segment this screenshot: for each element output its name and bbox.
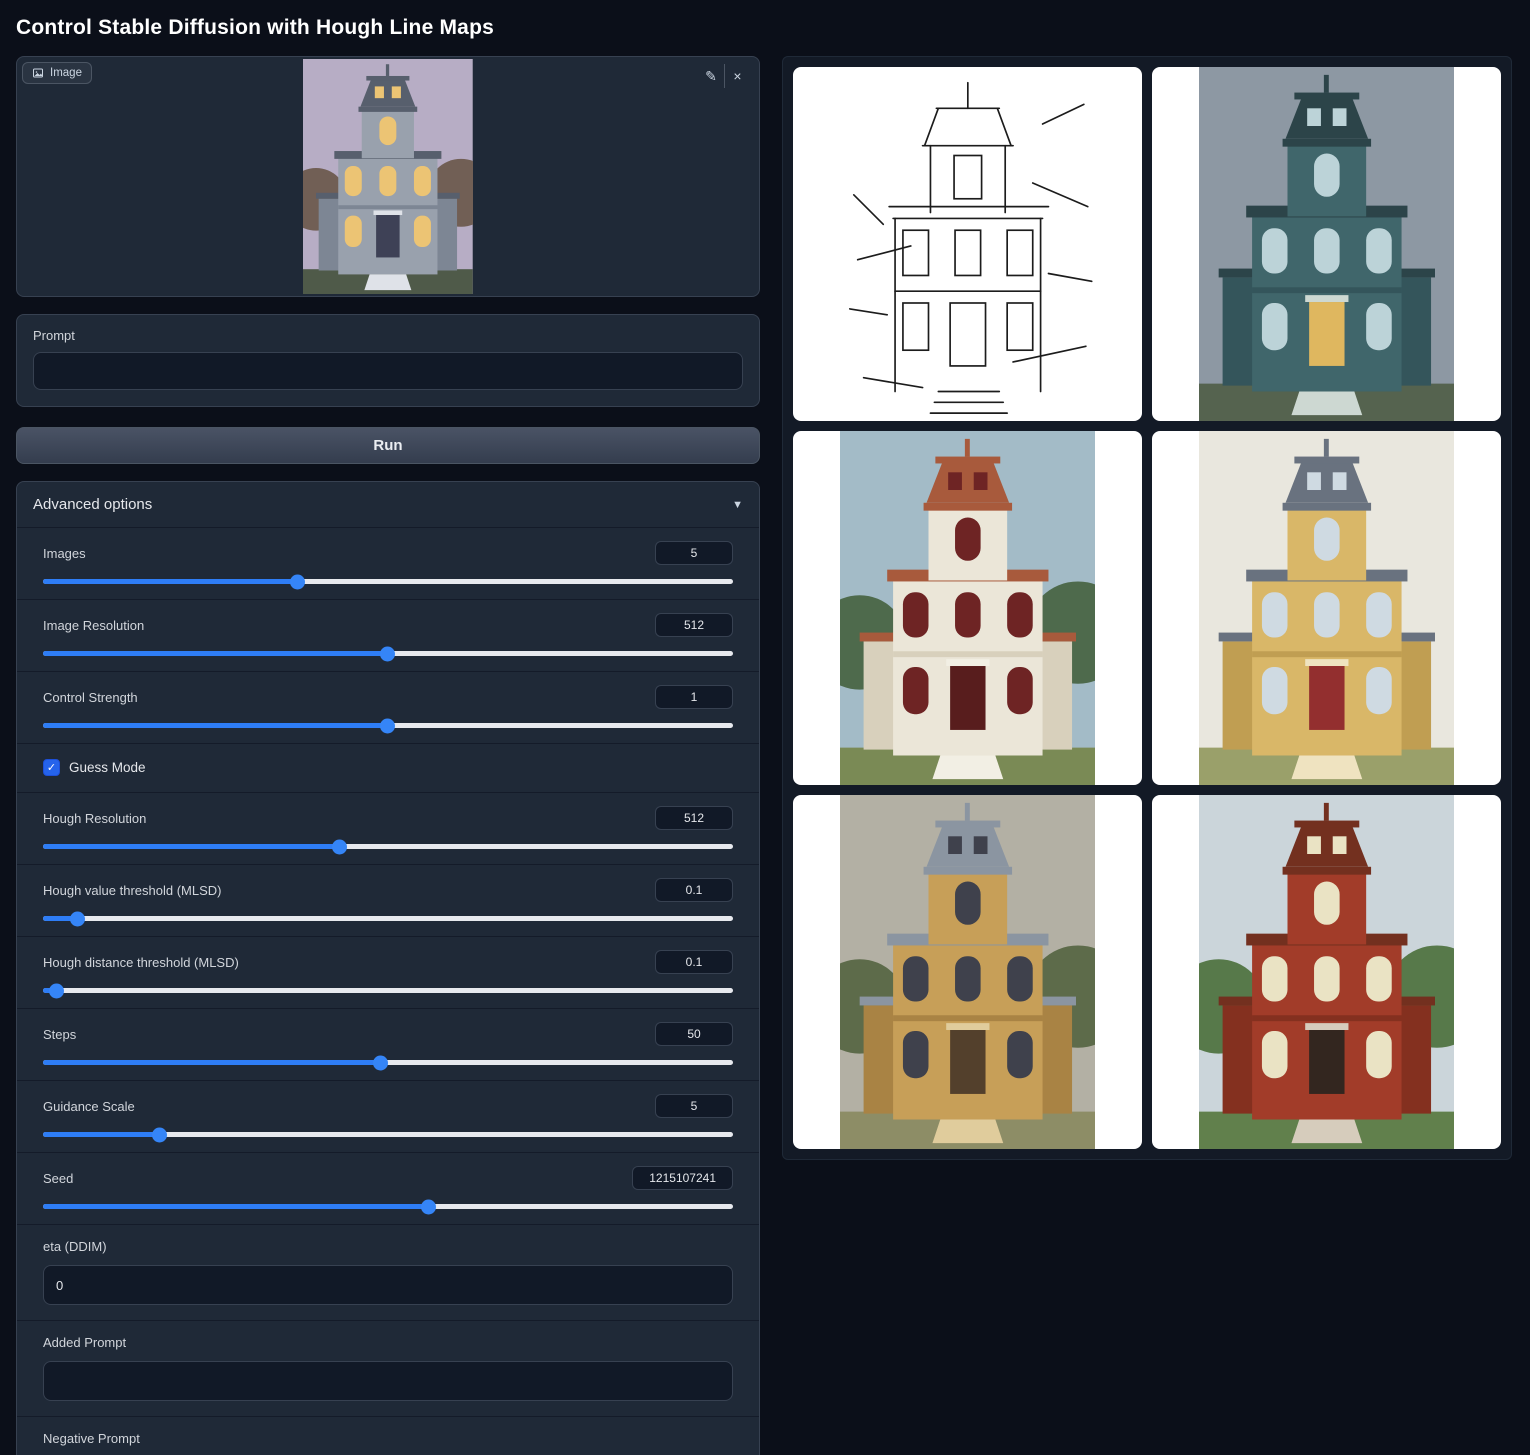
slider-track-image-resolution[interactable] [43, 651, 733, 656]
negative-prompt-label: Negative Prompt [43, 1431, 140, 1446]
slider-thumb[interactable] [49, 983, 64, 998]
result-image [840, 67, 1096, 421]
slider-thumb[interactable] [332, 839, 347, 854]
slider-row-steps: Steps 50 [17, 1008, 759, 1080]
slider-value-seed[interactable]: 1215107241 [632, 1166, 733, 1190]
slider-row-images: Images 5 [17, 527, 759, 599]
added-prompt-input[interactable] [43, 1361, 733, 1401]
slider-label-hough-resolution: Hough Resolution [43, 811, 146, 826]
prompt-label: Prompt [33, 328, 743, 343]
slider-row-hough-resolution: Hough Resolution 512 [17, 792, 759, 864]
slider-value-hough-distance-threshold[interactable]: 0.1 [655, 950, 733, 974]
advanced-options-panel: Advanced options ▼ Images 5 Image R [16, 481, 760, 1455]
slider-row-guidance-scale: Guidance Scale 5 [17, 1080, 759, 1152]
prompt-input[interactable] [33, 352, 743, 390]
result-image [1199, 67, 1455, 421]
image-input-block[interactable]: Image ✎ × [16, 56, 760, 297]
slider-label-control-strength: Control Strength [43, 690, 138, 705]
added-prompt-row: Added Prompt [17, 1320, 759, 1416]
slider-track-guidance-scale[interactable] [43, 1132, 733, 1137]
result-image [840, 431, 1096, 785]
slider-track-hough-distance-threshold[interactable] [43, 988, 733, 993]
slider-track-seed[interactable] [43, 1204, 733, 1209]
slider-fill [43, 1204, 429, 1209]
slider-track-hough-resolution[interactable] [43, 844, 733, 849]
advanced-options-accordion[interactable]: Advanced options ▼ [17, 482, 759, 527]
gallery-item-teal-victorian-painting[interactable] [1152, 67, 1501, 421]
slider-thumb[interactable] [380, 646, 395, 661]
slider-label-seed: Seed [43, 1171, 73, 1186]
slider-track-control-strength[interactable] [43, 723, 733, 728]
slider-value-hough-resolution[interactable]: 512 [655, 806, 733, 830]
gallery-item-white-victorian-painting[interactable] [793, 431, 1142, 785]
guess-mode-checkbox[interactable]: ✓ [43, 759, 60, 776]
prompt-block: Prompt [16, 314, 760, 407]
controls-column: Image ✎ × Prompt Run Advanced options ▼ [16, 56, 760, 1455]
app: Control Stable Diffusion with Hough Line… [0, 0, 1530, 1455]
slider-thumb[interactable] [380, 718, 395, 733]
main-columns: Image ✎ × Prompt Run Advanced options ▼ [16, 56, 1514, 1455]
guess-mode-row[interactable]: ✓ Guess Mode [17, 743, 759, 792]
slider-row-image-resolution: Image Resolution 512 [17, 599, 759, 671]
slider-label-hough-distance-threshold: Hough distance threshold (MLSD) [43, 955, 239, 970]
slider-fill [43, 651, 388, 656]
gallery-item-yellow-victorian-painting[interactable] [1152, 431, 1501, 785]
check-icon: ✓ [47, 761, 56, 774]
results-column [782, 56, 1512, 1160]
slider-track-hough-value-threshold[interactable] [43, 916, 733, 921]
slider-label-images: Images [43, 546, 86, 561]
result-gallery [782, 56, 1512, 1160]
image-input-tab: Image [22, 62, 92, 84]
slider-fill [43, 1132, 160, 1137]
advanced-options-label: Advanced options [33, 496, 152, 513]
added-prompt-label: Added Prompt [43, 1335, 126, 1350]
image-toolbar: ✎ × [698, 64, 750, 88]
gallery-item-gold-victorian-painting[interactable] [793, 795, 1142, 1149]
slider-label-guidance-scale: Guidance Scale [43, 1099, 135, 1114]
result-image [1199, 431, 1455, 785]
result-image [1199, 795, 1455, 1149]
slider-value-hough-value-threshold[interactable]: 0.1 [655, 878, 733, 902]
input-image[interactable] [19, 59, 757, 294]
negative-prompt-row: Negative Prompt [17, 1416, 759, 1455]
guess-mode-label: Guess Mode [69, 760, 146, 775]
eta-row: eta (DDIM) [17, 1224, 759, 1320]
slider-value-images[interactable]: 5 [655, 541, 733, 565]
edit-image-button[interactable]: ✎ [698, 64, 724, 88]
slider-row-hough-distance-threshold: Hough distance threshold (MLSD) 0.1 [17, 936, 759, 1008]
eta-input[interactable] [43, 1265, 733, 1305]
run-button[interactable]: Run [16, 427, 760, 464]
slider-thumb[interactable] [70, 911, 85, 926]
eta-label: eta (DDIM) [43, 1239, 107, 1254]
slider-fill [43, 579, 298, 584]
image-icon [32, 67, 44, 79]
slider-value-steps[interactable]: 50 [655, 1022, 733, 1046]
slider-row-seed: Seed 1215107241 [17, 1152, 759, 1224]
slider-value-guidance-scale[interactable]: 5 [655, 1094, 733, 1118]
slider-thumb[interactable] [152, 1127, 167, 1142]
slider-track-images[interactable] [43, 579, 733, 584]
slider-row-hough-value-threshold: Hough value threshold (MLSD) 0.1 [17, 864, 759, 936]
page-title: Control Stable Diffusion with Hough Line… [16, 16, 1514, 40]
gallery-item-brick-victorian-painting[interactable] [1152, 795, 1501, 1149]
clear-image-button[interactable]: × [724, 64, 750, 88]
result-image [840, 795, 1096, 1149]
slider-thumb[interactable] [373, 1055, 388, 1070]
accordion-collapse-icon: ▼ [732, 499, 743, 511]
slider-label-image-resolution: Image Resolution [43, 618, 144, 633]
slider-thumb[interactable] [421, 1199, 436, 1214]
slider-label-steps: Steps [43, 1027, 76, 1042]
slider-track-steps[interactable] [43, 1060, 733, 1065]
slider-fill [43, 1060, 381, 1065]
slider-value-control-strength[interactable]: 1 [655, 685, 733, 709]
slider-fill [43, 844, 340, 849]
slider-value-image-resolution[interactable]: 512 [655, 613, 733, 637]
slider-fill [43, 723, 388, 728]
image-input-label: Image [50, 67, 82, 79]
gallery-item-hough-line-map[interactable] [793, 67, 1142, 421]
slider-row-control-strength: Control Strength 1 [17, 671, 759, 743]
slider-thumb[interactable] [290, 574, 305, 589]
slider-label-hough-value-threshold: Hough value threshold (MLSD) [43, 883, 221, 898]
result-gallery-grid [793, 67, 1501, 1149]
